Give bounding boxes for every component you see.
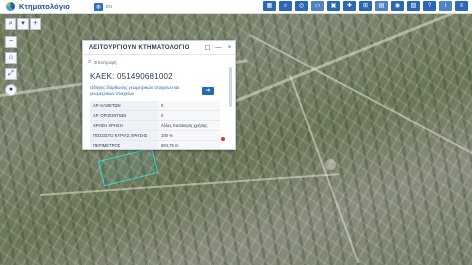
road xyxy=(39,173,340,196)
table-row: ΑΡ. ΟΡΙΖΟΝΤΙΩΝ 0 xyxy=(90,110,220,121)
road xyxy=(289,74,360,264)
row-value: 0 xyxy=(158,110,220,121)
panel-header: ΛΕΙΤΟΥΡΓΙΟΥΝ ΚΤΗΜΑΤΟΛΟΓΙΟ ☐ — × xyxy=(83,41,235,55)
back-label: Επιστροφή xyxy=(94,60,117,65)
row-value: 0 xyxy=(158,101,220,111)
home-icon[interactable]: ⌂ xyxy=(5,52,17,64)
search-icon[interactable]: ⌕ xyxy=(279,1,292,11)
compass-icon[interactable]: ◎ xyxy=(295,1,308,11)
minimize-icon[interactable]: — xyxy=(213,44,224,51)
panel-title: ΛΕΙΤΟΥΡΓΙΟΥΝ ΚΤΗΜΑΤΟΛΟΓΙΟ xyxy=(89,44,190,51)
go-button[interactable]: ➔ xyxy=(202,86,214,95)
expand-icon[interactable]: ▾ xyxy=(17,18,29,30)
logo xyxy=(6,2,15,11)
zoom-in-button[interactable]: + xyxy=(29,18,41,30)
fullscreen-icon[interactable]: ⤢ xyxy=(5,68,17,80)
map-controls: ⌕ ▾ + − ⌂ ⤢ ● xyxy=(5,18,41,100)
status-dot xyxy=(221,137,225,141)
table-row: ΠΕΡΙΜΕΤΡΟΣ 604,75 m xyxy=(90,140,220,149)
grid-icon[interactable]: ⊞ xyxy=(359,1,372,11)
toolbar: ▦ ⌕ ◎ ▭ ▣ ✚ ⊞ ▤ ◉ ▧? i ≡ xyxy=(263,1,468,11)
user-icon[interactable]: ◉ xyxy=(391,1,404,11)
top-bar: Κτηματολόγιο ◍ EN ▦ ⌕ ◎ ▭ ▣ ✚ ⊞ ▤ ◉ ▧? i ≡ xyxy=(0,0,472,14)
kaek-number: ΚΑΕΚ: 051490681002 xyxy=(90,72,173,81)
camera-icon[interactable]: ▣ xyxy=(327,1,340,11)
row-key: ΠΕΡΙΜΕΤΡΟΣ xyxy=(90,140,158,149)
ruler-icon[interactable]: ▭ xyxy=(311,1,324,11)
row-key: ΑΡ. ΚΑΘΕΤΩΝ xyxy=(90,101,158,111)
row-key: ΠΟΣΟΣΤΟ ΚΥΡΙΑΣ ΧΡΗΣΗΣ xyxy=(90,130,158,141)
map-search-icon[interactable]: ⌕ xyxy=(5,18,17,30)
document-icon[interactable]: ▤ xyxy=(375,1,388,11)
correction-instructions-link[interactable]: Οδηγίες διόρθωσης γεωμετρικών στοιχείων … xyxy=(90,85,190,96)
row-value: 100 % xyxy=(158,130,220,141)
layers-icon[interactable]: ▦ xyxy=(263,1,276,11)
aerial-map[interactable] xyxy=(0,10,472,265)
back-link[interactable]: ⌕ Επιστροφή xyxy=(88,57,235,68)
help-icon[interactable]: ? xyxy=(423,1,436,11)
menu-icon[interactable]: ≡ xyxy=(455,1,468,11)
app-title: Κτηματολόγιο xyxy=(19,2,70,11)
language-switcher[interactable]: ◍ EN xyxy=(93,2,113,11)
row-key: ΑΡ. ΟΡΙΖΟΝΤΙΩΝ xyxy=(90,110,158,121)
parcel-info-window: ΛΕΙΤΟΥΡΓΙΟΥΝ ΚΤΗΜΑΤΟΛΟΓΙΟ ☐ — × ⌕ Επιστρ… xyxy=(82,40,236,150)
globe-icon[interactable]: ◍ xyxy=(93,2,103,11)
table-row: ΧΡΗΣΗ ΧΡΗΣΗ Άλλες Κατοίκηση χρήσης xyxy=(90,120,220,131)
row-value: Άλλες Κατοίκηση χρήσης xyxy=(158,120,220,131)
info-icon[interactable]: i xyxy=(439,1,452,11)
tools-icon[interactable]: ✚ xyxy=(343,1,356,11)
panel-scrollbar[interactable] xyxy=(229,67,232,107)
attributes-table: ΑΡ. ΚΑΘΕΤΩΝ 0 ΑΡ. ΟΡΙΖΟΝΤΙΩΝ 0 ΧΡΗΣΗ ΧΡΗΣΗ Άλ… xyxy=(90,101,220,149)
table-row: ΠΟΣΟΣΤΟ ΚΥΡΙΑΣ ΧΡΗΣΗΣ 100 % xyxy=(90,130,220,141)
row-key: ΧΡΗΣΗ ΧΡΗΣΗ xyxy=(90,120,158,131)
selected-parcel[interactable] xyxy=(97,147,159,187)
search-back-icon: ⌕ xyxy=(88,59,92,65)
close-icon[interactable]: × xyxy=(224,44,235,51)
brand[interactable]: Κτηματολόγιο xyxy=(6,2,70,11)
language-label: EN xyxy=(105,4,113,9)
road xyxy=(249,34,472,158)
zoom-out-button[interactable]: − xyxy=(5,36,17,48)
table-row: ΑΡ. ΚΑΘΕΤΩΝ 0 xyxy=(90,101,220,111)
row-value: 604,75 m xyxy=(158,140,220,149)
locate-icon[interactable]: ● xyxy=(5,84,17,96)
map-icon[interactable]: ▧ xyxy=(407,1,420,11)
maximize-icon[interactable]: ☐ xyxy=(202,44,213,52)
